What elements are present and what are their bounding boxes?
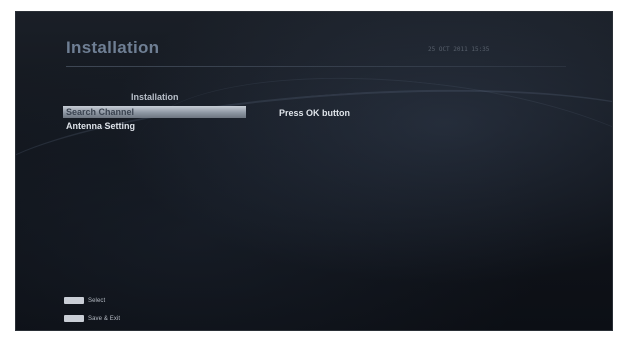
header-divider bbox=[66, 66, 566, 67]
ok-key-icon bbox=[64, 297, 84, 304]
menu-item-antenna-setting[interactable]: Antenna Setting bbox=[63, 120, 246, 132]
background-swoosh-secondary bbox=[128, 53, 612, 292]
legend-select: Select bbox=[64, 297, 105, 304]
exit-key-icon bbox=[64, 315, 84, 322]
legend-select-label: Select bbox=[88, 297, 106, 304]
date-time: 25 OCT 2011 15:35 bbox=[428, 46, 490, 53]
tv-frame: Installation 25 OCT 2011 15:35 Installat… bbox=[0, 0, 624, 341]
help-hint: Press OK button bbox=[279, 108, 351, 118]
tv-screen: Installation 25 OCT 2011 15:35 Installat… bbox=[15, 11, 613, 331]
menu-item-search-channel[interactable]: Search Channel bbox=[63, 106, 246, 118]
legend-save-exit: Save & Exit bbox=[64, 315, 120, 322]
menu-header: Installation bbox=[131, 92, 179, 102]
legend-save-exit-label: Save & Exit bbox=[88, 315, 121, 322]
page-title: Installation bbox=[66, 38, 160, 57]
